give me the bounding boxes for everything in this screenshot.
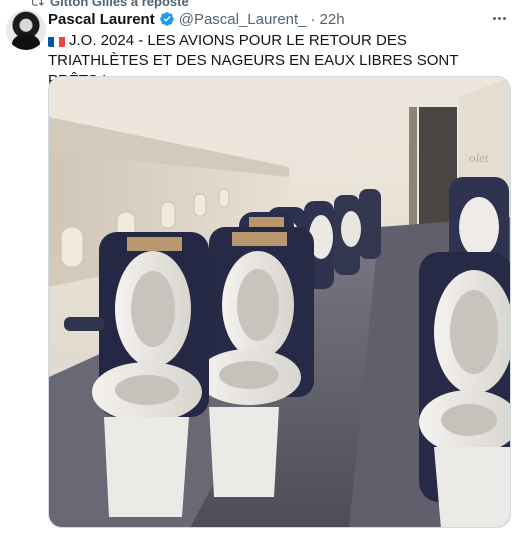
france-flag-icon bbox=[48, 35, 65, 47]
tweet-image[interactable]: olet bbox=[48, 76, 511, 528]
post-time[interactable]: 22h bbox=[320, 11, 345, 28]
airplane-toilet-seats-image: olet bbox=[49, 77, 510, 527]
author-name[interactable]: Pascal Laurent bbox=[48, 11, 155, 28]
logo-text: olet bbox=[469, 150, 489, 165]
tweet-header: Pascal Laurent @Pascal_Laurent_ · 22h bbox=[48, 9, 511, 29]
more-options-icon[interactable] bbox=[489, 10, 509, 26]
repost-icon bbox=[32, 0, 44, 6]
repost-indicator[interactable]: Gitton Gilles a reposté bbox=[30, 0, 189, 9]
avatar[interactable] bbox=[6, 10, 46, 50]
verified-badge-icon[interactable] bbox=[159, 11, 175, 27]
repost-label: Gitton Gilles a reposté bbox=[50, 0, 189, 9]
author-handle[interactable]: @Pascal_Laurent_ bbox=[179, 11, 307, 28]
separator-dot: · bbox=[310, 10, 316, 28]
